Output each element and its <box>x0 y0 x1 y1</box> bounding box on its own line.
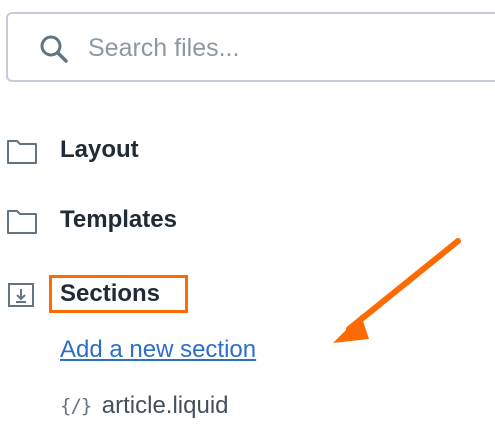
tree-item-label: Sections <box>60 280 161 307</box>
file-label: article.liquid <box>101 392 229 419</box>
search-input[interactable] <box>88 28 478 68</box>
search-box[interactable] <box>6 12 495 82</box>
tree-item-sections[interactable]: Sections <box>0 275 300 315</box>
search-icon <box>40 35 68 63</box>
file-browser-panel: Layout Templates Sections Add a new sect… <box>0 0 495 425</box>
add-new-section-link[interactable]: Add a new section <box>60 336 256 364</box>
annotation-arrow-icon <box>333 238 461 343</box>
tree-item-label: Layout <box>60 136 139 163</box>
folder-download-icon <box>8 283 34 307</box>
liquid-file-icon: {/} <box>60 395 92 417</box>
folder-icon <box>7 210 37 234</box>
tree-item-templates[interactable]: Templates <box>0 201 300 241</box>
file-item-article-liquid[interactable]: {/} article.liquid <box>60 392 229 424</box>
folder-icon <box>7 140 37 164</box>
tree-item-label: Templates <box>60 206 177 233</box>
tree-item-layout[interactable]: Layout <box>0 131 300 171</box>
